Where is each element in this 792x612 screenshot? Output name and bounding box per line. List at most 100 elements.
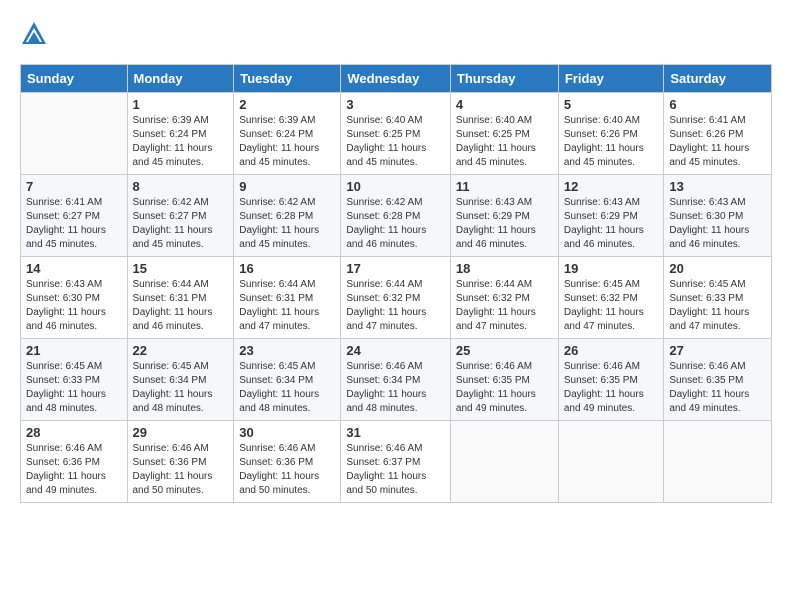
calendar-cell: 9Sunrise: 6:42 AM Sunset: 6:28 PM Daylig…	[234, 175, 341, 257]
calendar-cell	[664, 421, 772, 503]
day-info: Sunrise: 6:44 AM Sunset: 6:31 PM Dayligh…	[239, 278, 335, 334]
day-number: 27	[669, 343, 766, 358]
day-info: Sunrise: 6:45 AM Sunset: 6:34 PM Dayligh…	[133, 360, 229, 416]
calendar-cell: 6 Sunrise: 6:41 AM Sunset: 6:26 PM Daylig…	[664, 93, 772, 175]
day-info: Sunrise: 6:43 AM Sunset: 6:30 PM Dayligh…	[26, 278, 122, 334]
calendar-cell: 22 Sunrise: 6:45 AM Sunset: 6:34 PM Dayli…	[127, 339, 234, 421]
day-info: Sunrise: 6:41 AM Sunset: 6:27 PM Dayligh…	[26, 196, 122, 252]
day-number: 18	[456, 261, 553, 276]
day-number: 21	[26, 343, 122, 358]
day-number: 9	[239, 179, 335, 194]
calendar-cell: 13Sunrise: 6:43 AM Sunset: 6:30 PM Dayli…	[664, 175, 772, 257]
weekday-header: Tuesday	[234, 65, 341, 93]
calendar-cell	[450, 421, 558, 503]
weekday-header: Thursday	[450, 65, 558, 93]
day-number: 20	[669, 261, 766, 276]
calendar-cell: 20 Sunrise: 6:45 AM Sunset: 6:33 PM Dayli…	[664, 257, 772, 339]
calendar-cell: 23 Sunrise: 6:45 AM Sunset: 6:34 PM Dayli…	[234, 339, 341, 421]
day-info: Sunrise: 6:46 AM Sunset: 6:35 PM Dayligh…	[564, 360, 659, 416]
weekday-header: Monday	[127, 65, 234, 93]
day-number: 16	[239, 261, 335, 276]
calendar-week-row: 28Sunrise: 6:46 AM Sunset: 6:36 PM Dayli…	[21, 421, 772, 503]
day-number: 26	[564, 343, 659, 358]
day-info: Sunrise: 6:43 AM Sunset: 6:29 PM Dayligh…	[456, 196, 553, 252]
day-number: 11	[456, 179, 553, 194]
calendar-cell: 1Sunrise: 6:39 AM Sunset: 6:24 PM Daylig…	[127, 93, 234, 175]
day-info: Sunrise: 6:46 AM Sunset: 6:35 PM Dayligh…	[669, 360, 766, 416]
day-number: 19	[564, 261, 659, 276]
day-number: 29	[133, 425, 229, 440]
logo	[20, 20, 52, 48]
day-info: Sunrise: 6:42 AM Sunset: 6:27 PM Dayligh…	[133, 196, 229, 252]
day-info: Sunrise: 6:43 AM Sunset: 6:29 PM Dayligh…	[564, 196, 659, 252]
day-info: Sunrise: 6:45 AM Sunset: 6:33 PM Dayligh…	[26, 360, 122, 416]
calendar-cell: 12 Sunrise: 6:43 AM Sunset: 6:29 PM Dayli…	[558, 175, 664, 257]
weekday-header: Friday	[558, 65, 664, 93]
day-number: 1	[133, 97, 229, 112]
day-number: 7	[26, 179, 122, 194]
day-number: 22	[133, 343, 229, 358]
calendar-cell: 18 Sunrise: 6:44 AM Sunset: 6:32 PM Dayli…	[450, 257, 558, 339]
logo-icon	[20, 20, 48, 48]
calendar-cell: 25 Sunrise: 6:46 AM Sunset: 6:35 PM Dayli…	[450, 339, 558, 421]
day-info: Sunrise: 6:46 AM Sunset: 6:35 PM Dayligh…	[456, 360, 553, 416]
calendar-cell: 8 Sunrise: 6:42 AM Sunset: 6:27 PM Daylig…	[127, 175, 234, 257]
day-info: Sunrise: 6:45 AM Sunset: 6:32 PM Dayligh…	[564, 278, 659, 334]
calendar-week-row: 14 Sunrise: 6:43 AM Sunset: 6:30 PM Dayli…	[21, 257, 772, 339]
day-info: Sunrise: 6:46 AM Sunset: 6:36 PM Dayligh…	[133, 442, 229, 498]
day-number: 15	[133, 261, 229, 276]
calendar-cell: 24 Sunrise: 6:46 AM Sunset: 6:34 PM Dayli…	[341, 339, 451, 421]
day-info: Sunrise: 6:46 AM Sunset: 6:34 PM Dayligh…	[346, 360, 445, 416]
calendar-cell: 26 Sunrise: 6:46 AM Sunset: 6:35 PM Dayli…	[558, 339, 664, 421]
day-info: Sunrise: 6:46 AM Sunset: 6:36 PM Dayligh…	[26, 442, 122, 498]
day-number: 10	[346, 179, 445, 194]
calendar-cell: 5 Sunrise: 6:40 AM Sunset: 6:26 PM Daylig…	[558, 93, 664, 175]
day-number: 4	[456, 97, 553, 112]
day-info: Sunrise: 6:44 AM Sunset: 6:32 PM Dayligh…	[456, 278, 553, 334]
calendar-cell: 31 Sunrise: 6:46 AM Sunset: 6:37 PM Dayli…	[341, 421, 451, 503]
day-info: Sunrise: 6:39 AM Sunset: 6:24 PM Dayligh…	[239, 114, 335, 170]
day-info: Sunrise: 6:44 AM Sunset: 6:32 PM Dayligh…	[346, 278, 445, 334]
day-number: 6	[669, 97, 766, 112]
day-info: Sunrise: 6:43 AM Sunset: 6:30 PM Dayligh…	[669, 196, 766, 252]
day-info: Sunrise: 6:46 AM Sunset: 6:37 PM Dayligh…	[346, 442, 445, 498]
day-info: Sunrise: 6:45 AM Sunset: 6:33 PM Dayligh…	[669, 278, 766, 334]
day-number: 31	[346, 425, 445, 440]
calendar-cell: 28Sunrise: 6:46 AM Sunset: 6:36 PM Dayli…	[21, 421, 128, 503]
calendar-week-row: 1 Sunrise: 6:39 AM Sunset: 6:24 PM Daylig…	[21, 93, 772, 175]
weekday-header: Sunday	[21, 65, 128, 93]
calendar-cell: 15 Sunrise: 6:44 AM Sunset: 6:31 PM Dayli…	[127, 257, 234, 339]
day-info: Sunrise: 6:44 AM Sunset: 6:31 PM Dayligh…	[133, 278, 229, 334]
day-number: 23	[239, 343, 335, 358]
day-number: 12	[564, 179, 659, 194]
calendar-cell: 11 Sunrise: 6:43 AM Sunset: 6:29 PM Dayli…	[450, 175, 558, 257]
calendar-cell: 7 Sunrise: 6:41 AM Sunset: 6:27 PM Daylig…	[21, 175, 128, 257]
calendar-cell: 30 Sunrise: 6:46 AM Sunset: 6:36 PM Dayli…	[234, 421, 341, 503]
calendar-cell: 16 Sunrise: 6:44 AM Sunset: 6:31 PM Dayli…	[234, 257, 341, 339]
weekday-header: Saturday	[664, 65, 772, 93]
calendar-cell: 2 Sunrise: 6:39 AM Sunset: 6:24 PM Daylig…	[234, 93, 341, 175]
day-number: 8	[133, 179, 229, 194]
calendar-week-row: 7 Sunrise: 6:41 AM Sunset: 6:27 PM Daylig…	[21, 175, 772, 257]
day-number: 14	[26, 261, 122, 276]
page-header	[20, 20, 772, 48]
day-number: 30	[239, 425, 335, 440]
day-info: Sunrise: 6:45 AM Sunset: 6:34 PM Dayligh…	[239, 360, 335, 416]
day-info: Sunrise: 6:46 AM Sunset: 6:36 PM Dayligh…	[239, 442, 335, 498]
day-number: 25	[456, 343, 553, 358]
day-number: 17	[346, 261, 445, 276]
day-number: 2	[239, 97, 335, 112]
calendar-table: SundayMondayTuesdayWednesdayThursdayFrid…	[20, 64, 772, 503]
calendar-cell: 4 Sunrise: 6:40 AM Sunset: 6:25 PM Daylig…	[450, 93, 558, 175]
calendar-cell	[558, 421, 664, 503]
calendar-cell: 27 Sunrise: 6:46 AM Sunset: 6:35 PM Dayli…	[664, 339, 772, 421]
calendar-cell: 14 Sunrise: 6:43 AM Sunset: 6:30 PM Dayli…	[21, 257, 128, 339]
day-info: Sunrise: 6:40 AM Sunset: 6:26 PM Dayligh…	[564, 114, 659, 170]
day-info: Sunrise: 6:40 AM Sunset: 6:25 PM Dayligh…	[456, 114, 553, 170]
day-info: Sunrise: 6:41 AM Sunset: 6:26 PM Dayligh…	[669, 114, 766, 170]
calendar-cell	[21, 93, 128, 175]
day-number: 24	[346, 343, 445, 358]
day-number: 5	[564, 97, 659, 112]
day-info: Sunrise: 6:42 AM Sunset: 6:28 PM Dayligh…	[346, 196, 445, 252]
calendar-cell: 21 Sunrise: 6:45 AM Sunset: 6:33 PM Dayli…	[21, 339, 128, 421]
